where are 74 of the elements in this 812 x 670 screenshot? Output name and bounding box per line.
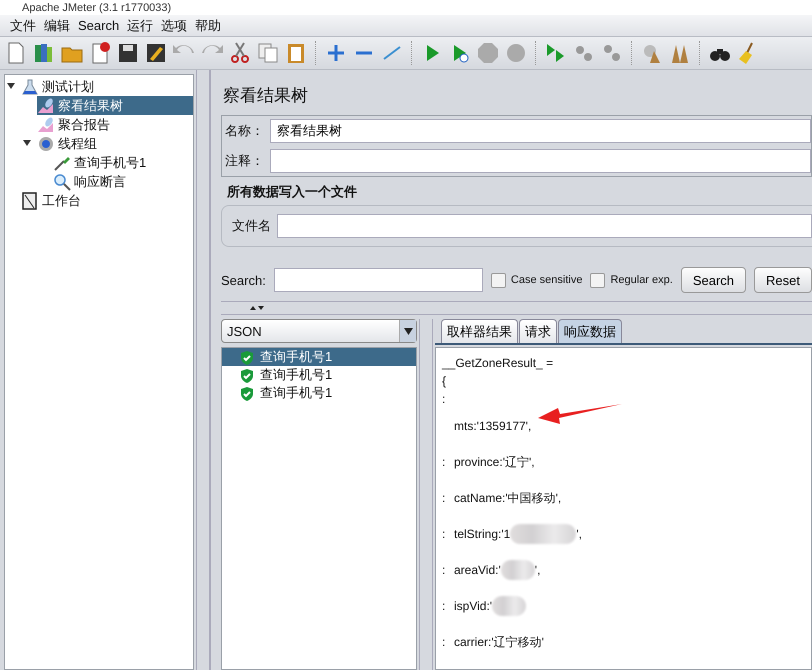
response-line: __GetZoneResult_ = bbox=[442, 356, 554, 370]
menu-item[interactable]: Search bbox=[74, 18, 124, 33]
tab[interactable]: 取样器结果 bbox=[441, 319, 518, 343]
result-item[interactable]: 查询手机号1 bbox=[222, 348, 416, 366]
checkbox[interactable] bbox=[490, 272, 506, 288]
tab[interactable]: 请求 bbox=[519, 319, 557, 343]
tree-item[interactable]: 聚合报告 bbox=[55, 116, 113, 134]
group-title: 所有数据写入一个文件 bbox=[227, 183, 358, 201]
gear-icon bbox=[37, 134, 55, 152]
tree-item[interactable]: 响应断言 bbox=[71, 172, 129, 190]
menu-item[interactable]: 文件 bbox=[6, 16, 40, 34]
name-field[interactable]: 察看结果树 bbox=[270, 119, 811, 143]
comment-label: 注释： bbox=[225, 152, 264, 170]
response-line: province:'辽宁', bbox=[454, 454, 535, 470]
response-line-end: ', bbox=[534, 563, 540, 577]
checkbox[interactable] bbox=[590, 272, 606, 288]
response-line: carrier:'辽宁移动' bbox=[454, 634, 544, 650]
response-line: mts:'1359177', bbox=[454, 419, 532, 433]
menu-item[interactable]: 运行 bbox=[123, 16, 158, 34]
expand-toggle-icon[interactable] bbox=[7, 82, 15, 90]
shield-check-icon bbox=[240, 386, 254, 400]
flask-icon bbox=[21, 78, 39, 96]
splitter[interactable] bbox=[196, 70, 210, 670]
tree-item[interactable]: 线程组 bbox=[55, 134, 100, 152]
filename-field[interactable] bbox=[277, 214, 812, 238]
tree-item[interactable]: 测试计划 bbox=[39, 78, 97, 96]
copy-icon[interactable] bbox=[256, 41, 280, 65]
checkbox-label: Regular exp. bbox=[610, 274, 673, 286]
tree-item[interactable]: 工作台 bbox=[39, 192, 84, 210]
reset-button[interactable]: Reset bbox=[754, 267, 812, 293]
collapse-arrows-icon[interactable] bbox=[249, 305, 265, 311]
tree-item[interactable]: 察看结果树 bbox=[55, 96, 126, 114]
menu-item[interactable]: 编辑 bbox=[40, 16, 74, 34]
colon-mark: : bbox=[442, 635, 446, 649]
splitter[interactable] bbox=[419, 319, 433, 670]
panel-title: 察看结果树 bbox=[223, 85, 309, 107]
colon-mark: : bbox=[442, 527, 446, 541]
response-line: ispVid:' bbox=[454, 599, 492, 613]
response-line: { bbox=[442, 374, 446, 388]
menu-item[interactable]: 帮助 bbox=[191, 16, 226, 34]
name-label: 名称： bbox=[225, 122, 264, 140]
search-label: Search: bbox=[221, 272, 266, 288]
notepad-icon bbox=[21, 192, 39, 210]
window-title: Apache JMeter (3.1 r1770033) bbox=[22, 2, 172, 14]
colon-mark: : bbox=[442, 455, 446, 469]
checkbox-label: Case sensitive bbox=[510, 274, 582, 286]
caret-icon bbox=[404, 328, 412, 334]
response-line: : bbox=[442, 392, 446, 406]
response-line-end: ', bbox=[576, 527, 582, 541]
result-item[interactable]: 查询手机号1 bbox=[222, 384, 416, 402]
scissors-icon[interactable] bbox=[228, 41, 252, 65]
tree-item[interactable]: 查询手机号1 bbox=[71, 154, 150, 172]
pencil-icon[interactable] bbox=[144, 41, 168, 65]
comment-field[interactable] bbox=[270, 149, 811, 173]
filename-label: 文件名 bbox=[232, 217, 271, 235]
colon-mark: : bbox=[442, 599, 446, 613]
expand-toggle-icon[interactable] bbox=[23, 138, 31, 146]
shield-check-icon bbox=[240, 368, 254, 382]
response-line: telString:'1 bbox=[454, 527, 510, 541]
response-line: catName:'中国移动', bbox=[454, 490, 562, 506]
menu-item[interactable]: 选项 bbox=[157, 16, 192, 34]
search-button[interactable]: Search bbox=[680, 267, 746, 293]
result-item[interactable]: 查询手机号1 bbox=[222, 366, 416, 384]
search-field[interactable] bbox=[274, 268, 483, 292]
chart-icon bbox=[37, 116, 55, 134]
tab[interactable]: 响应数据 bbox=[558, 319, 622, 343]
response-line: areaVid:' bbox=[454, 563, 501, 577]
chart-icon bbox=[37, 96, 55, 114]
floppy-icon[interactable] bbox=[116, 41, 140, 65]
colon-mark: : bbox=[442, 563, 446, 577]
shield-check-icon bbox=[240, 350, 254, 364]
magnifier-icon bbox=[53, 172, 71, 190]
renderer-dropdown[interactable]: JSON bbox=[221, 319, 417, 343]
colon-mark: : bbox=[442, 491, 446, 505]
